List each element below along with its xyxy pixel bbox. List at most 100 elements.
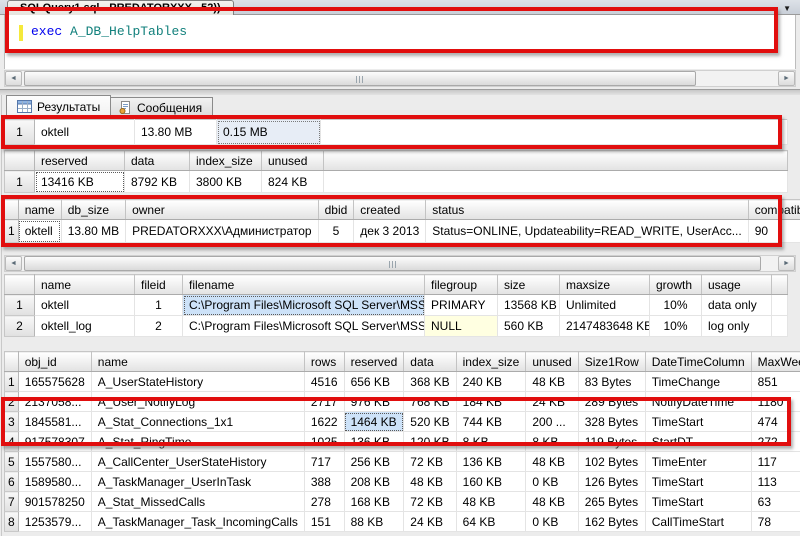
grid-cell[interactable]: 13416 KB — [35, 171, 125, 193]
column-header[interactable]: size — [498, 275, 560, 295]
column-header[interactable]: name — [18, 200, 61, 220]
grid-cell[interactable]: 13.80 MB — [61, 220, 125, 243]
grid-cell[interactable]: 265 Bytes — [578, 492, 645, 512]
column-header[interactable]: name — [91, 352, 304, 372]
editor-results-splitter[interactable] — [0, 89, 800, 95]
grid-cell[interactable]: 368 KB — [404, 372, 456, 392]
column-header[interactable]: filename — [183, 275, 425, 295]
row-header[interactable]: 1 — [5, 120, 35, 145]
grid-cell[interactable]: TimeEnter — [645, 452, 751, 472]
grid-cell[interactable]: oktell_log — [35, 316, 135, 337]
grid-cell[interactable]: 8 KB — [526, 432, 578, 452]
grid-cell[interactable]: 119 Bytes — [578, 432, 645, 452]
grid-cell[interactable]: A_UserStateHistory — [91, 372, 304, 392]
editor-hscroll-thumb[interactable] — [24, 71, 696, 86]
grid-cell[interactable]: 976 KB — [344, 392, 404, 412]
grid-cell[interactable]: 63 — [751, 492, 800, 512]
row-header[interactable]: 1 — [5, 372, 19, 392]
tab-results[interactable]: Результаты — [6, 95, 111, 118]
grid-cell[interactable]: TimeStart — [645, 412, 751, 432]
grid-cell[interactable]: 1253579... — [18, 512, 91, 532]
tab-list-dropdown-icon[interactable]: ▼ — [783, 4, 791, 13]
column-header[interactable]: Size1Row — [578, 352, 645, 372]
grid-cell[interactable]: 1845581... — [18, 412, 91, 432]
select-all-corner[interactable] — [5, 352, 19, 372]
column-header[interactable]: MaxWeekRow — [751, 352, 800, 372]
tab-messages[interactable]: Сообщения — [108, 97, 213, 118]
grid-cell[interactable]: A_TaskManager_Task_IncomingCalls — [91, 512, 304, 532]
grid-cell[interactable]: C:\Program Files\Microsoft SQL Server\MS… — [183, 316, 425, 337]
grid-cell[interactable]: 1025 — [304, 432, 344, 452]
grid-cell[interactable]: 126 Bytes — [578, 472, 645, 492]
grid-cell[interactable]: 2137058... — [18, 392, 91, 412]
grid-cell[interactable]: NULL — [425, 316, 498, 337]
column-header[interactable]: db_size — [61, 200, 125, 220]
row-header[interactable]: 3 — [5, 412, 19, 432]
grid-cell[interactable]: 83 Bytes — [578, 372, 645, 392]
grid-cell[interactable]: 1 — [135, 295, 183, 316]
column-header[interactable]: obj_id — [18, 352, 91, 372]
grid-cell[interactable]: log only — [702, 316, 772, 337]
grid-cell[interactable]: 160 KB — [456, 472, 526, 492]
grid-cell[interactable]: PREDATORXXX\Администратор — [126, 220, 319, 243]
grid-cell[interactable]: 1589580... — [18, 472, 91, 492]
grid-cell[interactable]: oktell — [35, 120, 135, 145]
grid-cell[interactable]: 24 KB — [526, 392, 578, 412]
grid-cell[interactable]: 136 KB — [456, 452, 526, 472]
column-header[interactable]: dbid — [318, 200, 354, 220]
grid-cell[interactable]: 656 KB — [344, 372, 404, 392]
column-header[interactable]: data — [125, 151, 190, 171]
column-header[interactable]: data — [404, 352, 456, 372]
document-tab[interactable]: SQLQuery1.sql - PREDATORXXX...52)) — [7, 0, 234, 15]
grid-cell[interactable]: TimeChange — [645, 372, 751, 392]
row-header[interactable]: 1 — [5, 171, 35, 193]
grid-cell[interactable]: 1622 — [304, 412, 344, 432]
grid-cell[interactable]: TimeStart — [645, 492, 751, 512]
grid-cell[interactable]: A_User_NotifyLog — [91, 392, 304, 412]
grid-cell[interactable]: 901578250 — [18, 492, 91, 512]
grid-cell[interactable]: 744 KB — [456, 412, 526, 432]
row-header[interactable]: 2 — [5, 392, 19, 412]
column-header[interactable]: unused — [262, 151, 324, 171]
grid-cell[interactable]: 2 — [135, 316, 183, 337]
grid-cell[interactable]: 113 — [751, 472, 800, 492]
grid-cell[interactable]: 824 KB — [262, 171, 324, 193]
grid-cell[interactable]: oktell — [18, 220, 61, 243]
grid-cell[interactable]: 64 KB — [456, 512, 526, 532]
scroll-right-icon[interactable]: ► — [778, 256, 795, 271]
select-all-corner[interactable] — [5, 200, 19, 220]
grid-cell[interactable]: 162 Bytes — [578, 512, 645, 532]
grid-cell[interactable]: дек 3 2013 — [354, 220, 426, 243]
grid-cell[interactable]: A_CallCenter_UserStateHistory — [91, 452, 304, 472]
row-header[interactable]: 1 — [5, 295, 35, 316]
grid-cell[interactable]: 2717 — [304, 392, 344, 412]
grid-cell[interactable]: 851 — [751, 372, 800, 392]
grid-cell[interactable]: NotifyDateTime — [645, 392, 751, 412]
grid-cell[interactable]: 520 KB — [404, 412, 456, 432]
column-header[interactable]: index_size — [456, 352, 526, 372]
grid-cell[interactable]: 4516 — [304, 372, 344, 392]
column-header[interactable]: growth — [650, 275, 702, 295]
grid-cell[interactable]: 240 KB — [456, 372, 526, 392]
grid-cell[interactable]: 151 — [304, 512, 344, 532]
grid-cell[interactable]: Status=ONLINE, Updateability=READ_WRITE,… — [426, 220, 748, 243]
column-header[interactable]: reserved — [35, 151, 125, 171]
grid-cell[interactable]: CallTimeStart — [645, 512, 751, 532]
column-header[interactable]: name — [35, 275, 135, 295]
grid-cell[interactable]: 165575628 — [18, 372, 91, 392]
grid-cell[interactable]: 48 KB — [526, 492, 578, 512]
grid-cell[interactable]: 90 — [748, 220, 800, 243]
grid-cell[interactable]: 120 KB — [404, 432, 456, 452]
column-header[interactable]: maxsize — [560, 275, 650, 295]
grid-cell[interactable]: data only — [702, 295, 772, 316]
grid-cell[interactable]: A_TaskManager_UserInTask — [91, 472, 304, 492]
grid-cell[interactable]: 13568 KB — [498, 295, 560, 316]
grid-cell[interactable]: 72 KB — [404, 452, 456, 472]
select-all-corner[interactable] — [5, 275, 35, 295]
grid-cell[interactable]: 136 KB — [344, 432, 404, 452]
grid-cell[interactable]: A_Stat_Connections_1x1 — [91, 412, 304, 432]
grid-cell[interactable]: 78 — [751, 512, 800, 532]
grid-cell[interactable]: 10% — [650, 316, 702, 337]
column-header[interactable]: compatibility — [748, 200, 800, 220]
row-header[interactable]: 8 — [5, 512, 19, 532]
